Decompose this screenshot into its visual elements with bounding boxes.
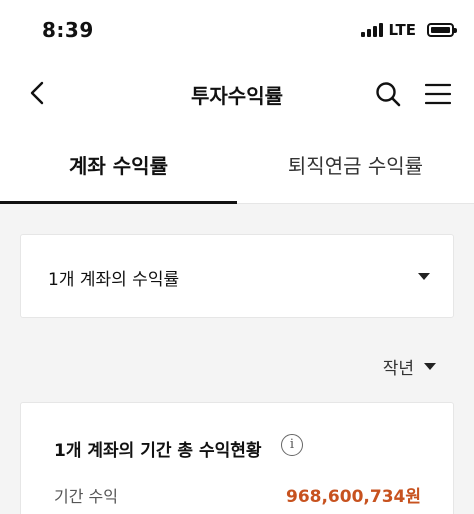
menu-button[interactable] — [420, 76, 456, 112]
caret-down-icon — [424, 362, 436, 370]
tab-pension-return[interactable]: 퇴직연금 수익률 — [237, 150, 474, 204]
network-label: LTE — [388, 21, 416, 39]
return-summary-card: 1개 계좌의 기간 총 수익현황 i 기간 수익 968,600,734원 — [20, 402, 454, 514]
period-select-value: 작년 — [382, 358, 414, 379]
hamburger-menu-icon — [425, 83, 451, 105]
tab-account-return[interactable]: 계좌 수익률 — [0, 150, 237, 204]
period-select[interactable]: 작년 — [382, 354, 436, 379]
account-select-value: 1개 계좌의 수익률 — [48, 270, 180, 290]
status-time: 8:39 — [42, 18, 94, 42]
chevron-left-icon — [30, 81, 44, 105]
caret-down-icon — [418, 273, 430, 280]
search-button[interactable] — [370, 76, 406, 112]
info-icon[interactable]: i — [281, 434, 303, 456]
battery-icon — [427, 23, 457, 37]
search-icon — [376, 82, 401, 107]
period-return-value: 968,600,734원 — [285, 487, 421, 507]
period-return-label: 기간 수익 — [54, 487, 118, 506]
account-select[interactable]: 1개 계좌의 수익률 — [20, 234, 454, 318]
app-header-area: 8:39 LTE 투자수익률 계좌 수익률 퇴직연금 수익률 — [0, 0, 474, 204]
summary-title: 1개 계좌의 기간 총 수익현황 — [54, 441, 262, 461]
back-button[interactable] — [20, 76, 54, 110]
signal-icon — [361, 23, 384, 37]
status-indicators: LTE — [361, 20, 457, 40]
